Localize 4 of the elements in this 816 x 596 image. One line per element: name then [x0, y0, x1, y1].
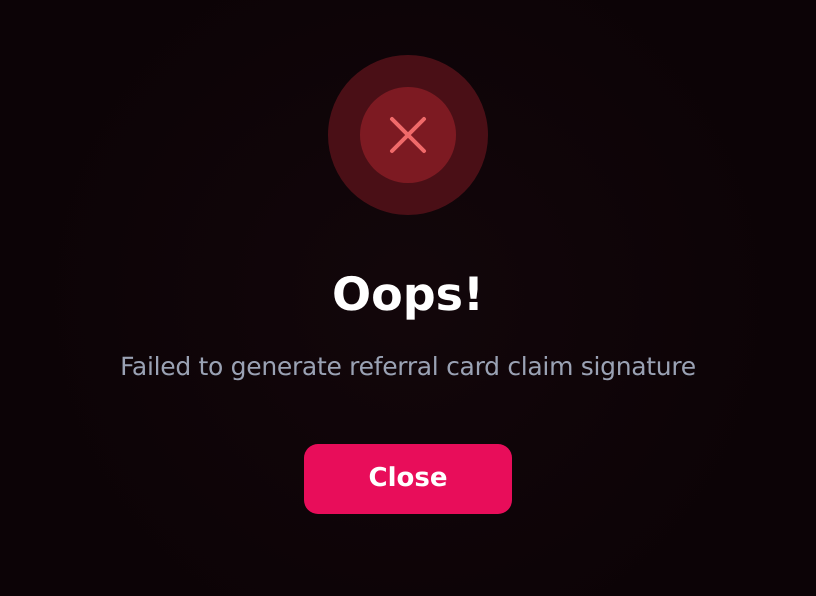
error-message: Failed to generate referral card claim signature — [120, 351, 696, 384]
close-button[interactable]: Close — [304, 444, 512, 514]
close-icon — [388, 115, 428, 155]
dialog-title: Oops! — [332, 267, 484, 322]
